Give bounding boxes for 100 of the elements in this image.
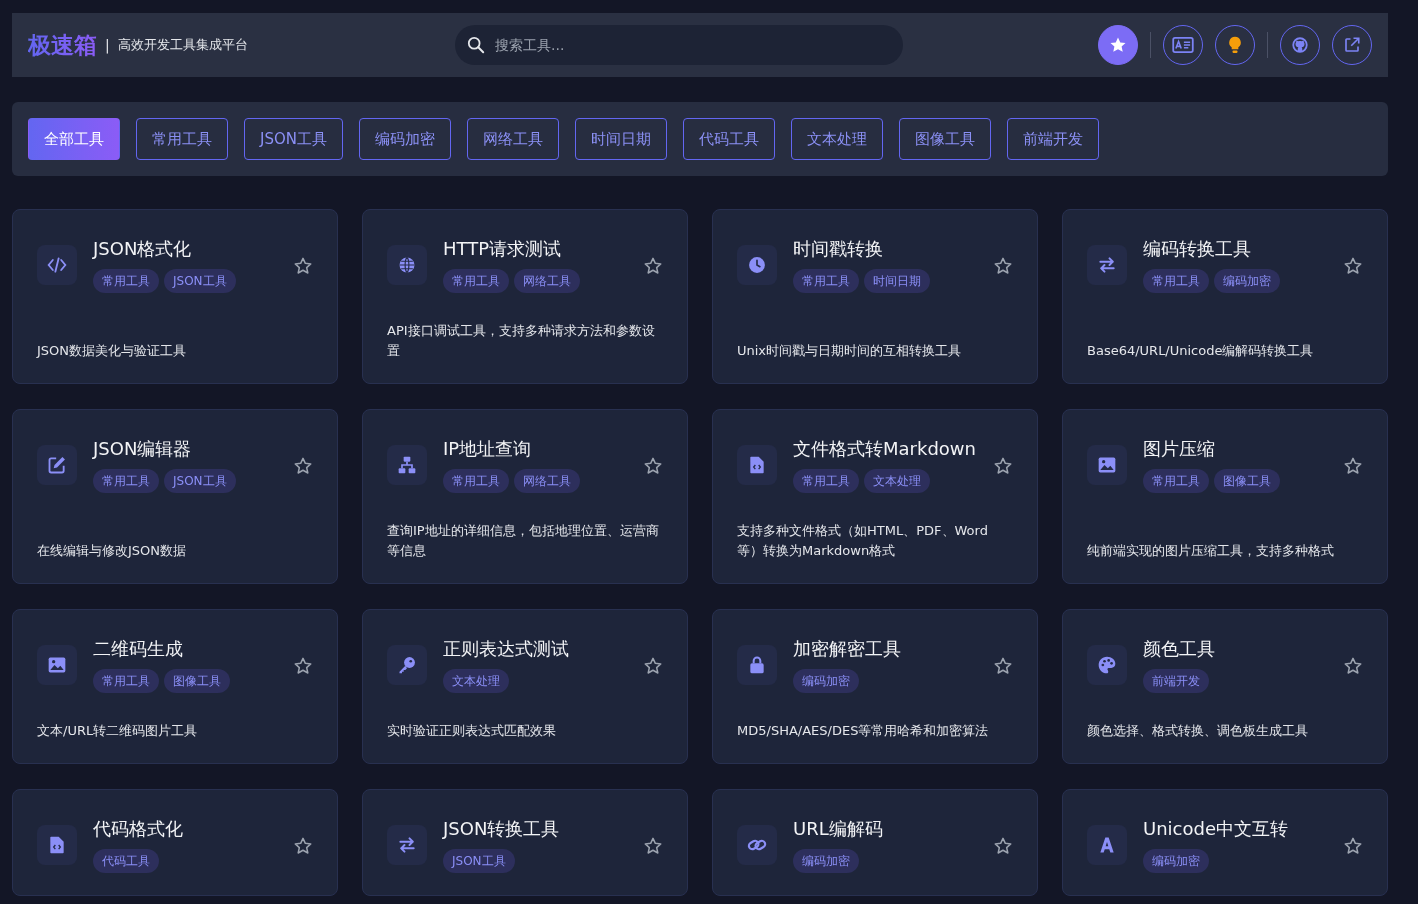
favorite-star-icon[interactable] xyxy=(643,256,663,276)
category-tag: 图像工具 xyxy=(164,669,230,693)
category-tag: 编码加密 xyxy=(1143,849,1209,873)
tool-title: 代码格式化 xyxy=(93,817,184,841)
category-tag: 常用工具 xyxy=(443,469,509,493)
tool-card[interactable]: 正则表达式测试 文本处理 实时验证正则表达式匹配效果 xyxy=(362,609,688,764)
network-icon xyxy=(387,445,427,485)
lock-icon xyxy=(737,645,777,685)
favorite-star-icon[interactable] xyxy=(293,256,313,276)
image-icon xyxy=(1087,445,1127,485)
search-field[interactable]: 搜索工具... xyxy=(455,25,903,65)
filter-tab[interactable]: 时间日期 xyxy=(575,118,667,160)
favorite-star-icon[interactable] xyxy=(993,456,1013,476)
category-tag: 文本处理 xyxy=(864,469,930,493)
tool-description: API接口调试工具，支持多种请求方法和参数设置 xyxy=(387,322,656,360)
category-tag: JSON工具 xyxy=(443,849,515,873)
category-tag: 常用工具 xyxy=(93,469,159,493)
filter-tab[interactable]: 网络工具 xyxy=(467,118,559,160)
category-tag: 文本处理 xyxy=(443,669,509,693)
tool-description: JSON数据美化与验证工具 xyxy=(37,342,188,360)
category-tag: 常用工具 xyxy=(793,469,859,493)
tool-description: MD5/SHA/AES/DES等常用哈希和加密算法 xyxy=(737,722,990,740)
category-tag: 前端开发 xyxy=(1143,669,1209,693)
star-icon xyxy=(1109,36,1127,54)
tool-title: 二维码生成 xyxy=(93,637,184,661)
filter-tab[interactable]: 常用工具 xyxy=(136,118,228,160)
tool-card[interactable]: 图片压缩 常用工具 图像工具 纯前端实现的图片压缩工具，支持多种格式 xyxy=(1062,409,1388,584)
favorite-star-icon[interactable] xyxy=(643,456,663,476)
tool-card[interactable]: HTTP请求测试 常用工具 网络工具 API接口调试工具，支持多种请求方法和参数设置 xyxy=(362,209,688,384)
font-icon xyxy=(1087,825,1127,865)
tool-title: JSON格式化 xyxy=(93,237,193,261)
favorite-star-icon[interactable] xyxy=(293,456,313,476)
link-icon xyxy=(737,825,777,865)
favorite-star-icon[interactable] xyxy=(993,256,1013,276)
favorite-star-icon[interactable] xyxy=(643,836,663,856)
filter-tab[interactable]: 文本处理 xyxy=(791,118,883,160)
favorite-star-icon[interactable] xyxy=(1343,656,1363,676)
image-icon xyxy=(37,645,77,685)
tool-description: 支持多种文件格式（如HTML、PDF、Word等）转换为Markdown格式 xyxy=(737,522,989,560)
tool-card[interactable]: 加密解密工具 编码加密 MD5/SHA/AES/DES等常用哈希和加密算法 xyxy=(712,609,1038,764)
favorite-star-icon[interactable] xyxy=(993,836,1013,856)
category-tag: 编码加密 xyxy=(1214,269,1280,293)
category-tag: 网络工具 xyxy=(514,269,580,293)
tool-description: 查询IP地址的详细信息，包括地理位置、运营商等信息 xyxy=(387,522,660,560)
filter-tab[interactable]: 编码加密 xyxy=(359,118,451,160)
tool-description: 颜色选择、格式转换、调色板生成工具 xyxy=(1087,722,1309,740)
category-tag: 代码工具 xyxy=(93,849,159,873)
clock-icon xyxy=(737,245,777,285)
category-tag: JSON工具 xyxy=(164,269,236,293)
tool-title: Unicode中文互转 xyxy=(1143,817,1289,841)
separator: | xyxy=(105,37,110,53)
external-link-icon xyxy=(1343,36,1361,54)
category-tag: 网络工具 xyxy=(514,469,580,493)
tool-card[interactable]: Unicode中文互转 编码加密 xyxy=(1062,789,1388,896)
tool-card[interactable]: IP地址查询 常用工具 网络工具 查询IP地址的详细信息，包括地理位置、运营商等信息 xyxy=(362,409,688,584)
favorite-star-icon[interactable] xyxy=(643,656,663,676)
favorite-star-icon[interactable] xyxy=(1343,456,1363,476)
tool-card[interactable]: URL编解码 编码加密 xyxy=(712,789,1038,896)
tool-card[interactable]: 代码格式化 代码工具 xyxy=(12,789,338,896)
tool-card[interactable]: 文件格式转Markdown 常用工具 文本处理 支持多种文件格式（如HTML、PDF、Word等）转换为Markdown格式 xyxy=(712,409,1038,584)
edit-icon xyxy=(37,445,77,485)
category-tag: 常用工具 xyxy=(793,269,859,293)
tool-title: 图片压缩 xyxy=(1143,437,1216,461)
tool-card[interactable]: 时间戳转换 常用工具 时间日期 Unix时间戳与日期时间的互相转换工具 xyxy=(712,209,1038,384)
tool-description: 文本/URL转二维码图片工具 xyxy=(37,722,199,740)
favorite-star-icon[interactable] xyxy=(293,836,313,856)
tool-card[interactable]: 颜色工具 前端开发 颜色选择、格式转换、调色板生成工具 xyxy=(1062,609,1388,764)
tool-description: 实时验证正则表达式匹配效果 xyxy=(387,722,557,740)
filter-tab[interactable]: 前端开发 xyxy=(1007,118,1099,160)
favorite-star-icon[interactable] xyxy=(293,656,313,676)
code-file-icon xyxy=(737,445,777,485)
filter-tab[interactable]: 图像工具 xyxy=(899,118,991,160)
tool-title: JSON转换工具 xyxy=(443,817,561,841)
favorite-star-icon[interactable] xyxy=(1343,836,1363,856)
favorite-star-icon[interactable] xyxy=(1343,256,1363,276)
tool-card[interactable]: JSON编辑器 常用工具 JSON工具 在线编辑与修改JSON数据 xyxy=(12,409,338,584)
tool-title: URL编解码 xyxy=(793,817,884,841)
swap-arrows-icon xyxy=(1087,245,1127,285)
github-icon xyxy=(1291,36,1309,54)
category-tag: 常用工具 xyxy=(93,269,159,293)
category-tag: JSON工具 xyxy=(164,469,236,493)
key-icon xyxy=(387,645,427,685)
globe-icon xyxy=(387,245,427,285)
category-tag: 常用工具 xyxy=(1143,469,1209,493)
favorite-star-icon[interactable] xyxy=(993,656,1013,676)
tool-description: 纯前端实现的图片压缩工具，支持多种格式 xyxy=(1087,542,1335,560)
category-tag: 常用工具 xyxy=(1143,269,1209,293)
tool-card[interactable]: 二维码生成 常用工具 图像工具 文本/URL转二维码图片工具 xyxy=(12,609,338,764)
tool-title: 颜色工具 xyxy=(1143,637,1216,661)
tool-title: HTTP请求测试 xyxy=(443,237,563,261)
filter-tab[interactable]: JSON工具 xyxy=(244,118,343,160)
tool-title: 正则表达式测试 xyxy=(443,637,570,661)
tool-title: 时间戳转换 xyxy=(793,237,884,261)
tool-card[interactable]: JSON转换工具 JSON工具 xyxy=(362,789,688,896)
star-button[interactable] xyxy=(1098,25,1138,65)
tool-card[interactable]: 编码转换工具 常用工具 编码加密 Base64/URL/Unicode编解码转换工具 xyxy=(1062,209,1388,384)
filter-tab[interactable]: 全部工具 xyxy=(28,118,120,160)
code-icon xyxy=(37,245,77,285)
tool-card[interactable]: JSON格式化 常用工具 JSON工具 JSON数据美化与验证工具 xyxy=(12,209,338,384)
filter-tab[interactable]: 代码工具 xyxy=(683,118,775,160)
